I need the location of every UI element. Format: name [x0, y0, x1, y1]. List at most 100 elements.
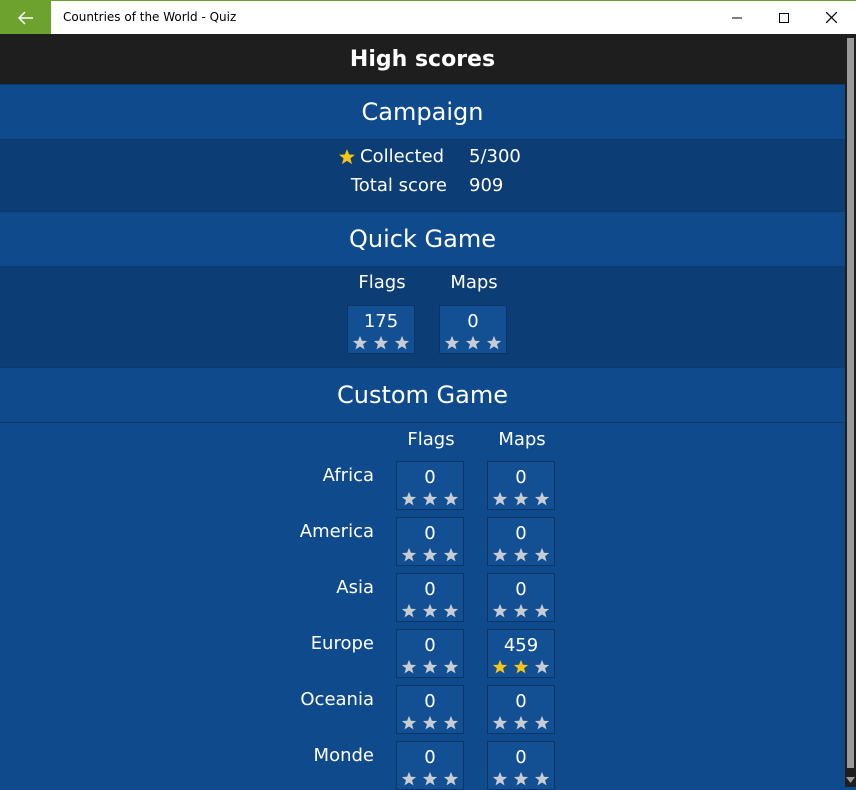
- star-rating: [488, 714, 554, 732]
- custom-game-title: Custom Game: [336, 381, 509, 409]
- region-label: Africa: [322, 465, 374, 486]
- star-rating: [397, 490, 463, 508]
- star-rating: [397, 602, 463, 620]
- star-empty-icon: [443, 771, 459, 786]
- quick-maps-header: Maps: [450, 272, 498, 293]
- star-empty-icon: [486, 335, 502, 350]
- custom-flags-score-box[interactable]: 0: [396, 461, 464, 510]
- score-value: 0: [515, 579, 527, 600]
- star-rating: [397, 714, 463, 732]
- close-icon: [825, 12, 837, 23]
- star-empty-icon: [444, 335, 460, 350]
- region-label: America: [299, 521, 374, 542]
- star-empty-icon: [534, 603, 550, 618]
- custom-maps-score-box[interactable]: 459: [487, 629, 555, 678]
- custom-flags-score-box[interactable]: 0: [396, 517, 464, 566]
- campaign-section-body: Collected 5/300 Total score 909: [0, 140, 845, 211]
- close-button[interactable]: [808, 1, 854, 34]
- score-value: 0: [467, 311, 479, 332]
- score-value: 0: [424, 635, 436, 656]
- custom-maps-score-box[interactable]: 0: [487, 741, 555, 790]
- star-empty-icon: [394, 335, 410, 350]
- custom-flags-score-box[interactable]: 0: [396, 629, 464, 678]
- score-value: 0: [515, 523, 527, 544]
- star-rating: [488, 490, 554, 508]
- star-empty-icon: [401, 771, 417, 786]
- custom-game-section-header: Custom Game: [0, 367, 845, 423]
- star-rating: [488, 546, 554, 564]
- star-empty-icon: [443, 715, 459, 730]
- star-empty-icon: [513, 547, 529, 562]
- star-empty-icon: [534, 491, 550, 506]
- score-value: 0: [424, 579, 436, 600]
- star-filled-icon: [492, 659, 508, 674]
- custom-flags-score-box[interactable]: 0: [396, 573, 464, 622]
- star-rating: [440, 334, 506, 352]
- back-arrow-icon: [17, 10, 33, 25]
- star-empty-icon: [373, 335, 389, 350]
- score-value: 0: [424, 523, 436, 544]
- quick-game-section-header: Quick Game: [0, 211, 845, 267]
- maximize-button[interactable]: [761, 1, 807, 34]
- star-empty-icon: [465, 335, 481, 350]
- star-empty-icon: [492, 771, 508, 786]
- custom-maps-score-box[interactable]: 0: [487, 517, 555, 566]
- quick-game-section-body: Flags Maps 175 0: [0, 267, 845, 367]
- quick-flags-header: Flags: [358, 272, 406, 293]
- star-icon: [339, 149, 355, 165]
- collected-label: Collected: [360, 146, 445, 167]
- score-value: 0: [424, 467, 436, 488]
- custom-maps-score-box[interactable]: 0: [487, 461, 555, 510]
- quick-game-title: Quick Game: [349, 225, 496, 253]
- custom-flags-score-box[interactable]: 0: [396, 741, 464, 790]
- minimize-button[interactable]: [714, 1, 760, 34]
- star-rating: [488, 770, 554, 788]
- score-value: 0: [515, 691, 527, 712]
- total-score-label: Total score: [350, 175, 447, 196]
- vertical-scrollbar[interactable]: [845, 34, 856, 787]
- star-empty-icon: [352, 335, 368, 350]
- star-empty-icon: [492, 547, 508, 562]
- star-empty-icon: [492, 603, 508, 618]
- custom-maps-score-box[interactable]: 0: [487, 685, 555, 734]
- star-empty-icon: [443, 491, 459, 506]
- quick-flags-score-box[interactable]: 175: [347, 305, 415, 354]
- star-empty-icon: [401, 715, 417, 730]
- star-empty-icon: [401, 547, 417, 562]
- star-empty-icon: [422, 771, 438, 786]
- back-button[interactable]: [0, 1, 51, 34]
- star-rating: [397, 770, 463, 788]
- star-empty-icon: [422, 659, 438, 674]
- star-rating: [397, 546, 463, 564]
- score-value: 0: [515, 467, 527, 488]
- star-empty-icon: [443, 603, 459, 618]
- region-label: Europe: [310, 633, 374, 654]
- custom-flags-score-box[interactable]: 0: [396, 685, 464, 734]
- custom-maps-header: Maps: [498, 429, 546, 450]
- star-empty-icon: [422, 547, 438, 562]
- scrollbar-thumb[interactable]: [847, 38, 854, 768]
- page-header: High scores: [0, 34, 845, 84]
- region-label: Asia: [336, 577, 374, 598]
- score-value: 0: [424, 691, 436, 712]
- star-empty-icon: [534, 715, 550, 730]
- score-value: 0: [424, 747, 436, 768]
- star-empty-icon: [443, 547, 459, 562]
- collected-value: 5/300: [469, 146, 521, 167]
- star-empty-icon: [513, 771, 529, 786]
- star-empty-icon: [422, 603, 438, 618]
- star-rating: [397, 658, 463, 676]
- quick-maps-score-box[interactable]: 0: [439, 305, 507, 354]
- star-rating: [348, 334, 414, 352]
- star-empty-icon: [534, 771, 550, 786]
- star-empty-icon: [492, 491, 508, 506]
- star-filled-icon: [513, 659, 529, 674]
- page-title: High scores: [349, 46, 496, 72]
- custom-flags-header: Flags: [407, 429, 455, 450]
- scroll-down-arrow-icon[interactable]: [846, 775, 855, 784]
- star-empty-icon: [513, 603, 529, 618]
- campaign-section-header: Campaign: [0, 84, 845, 140]
- minimize-icon: [732, 17, 742, 18]
- star-empty-icon: [534, 547, 550, 562]
- custom-maps-score-box[interactable]: 0: [487, 573, 555, 622]
